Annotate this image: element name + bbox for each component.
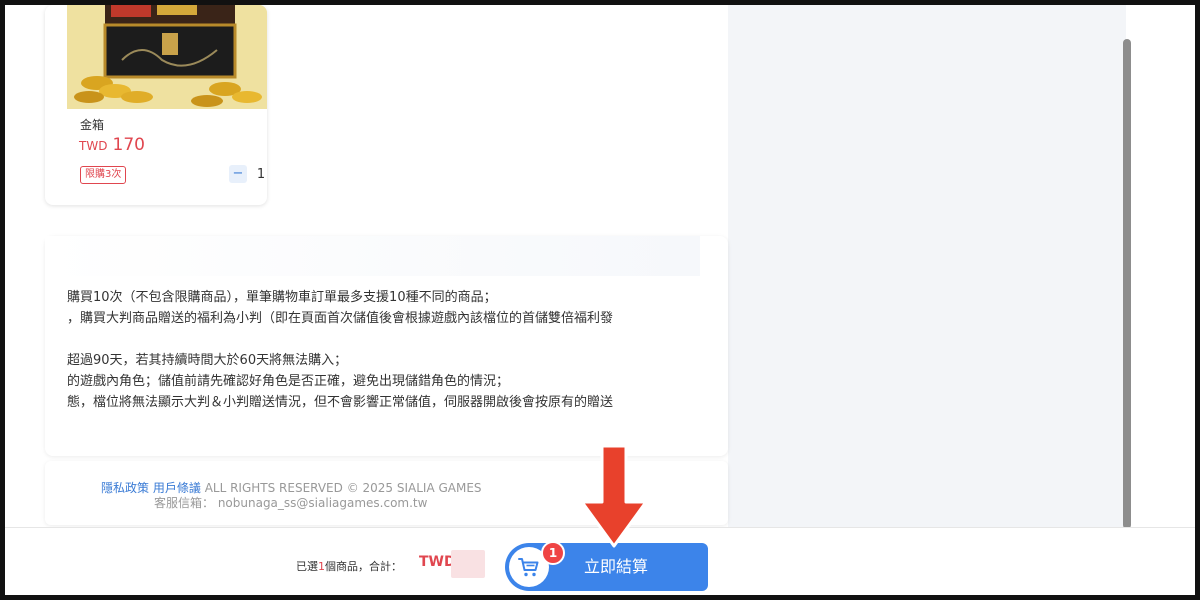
price-currency: TWD [79,139,108,153]
summary-suffix: 個商品，合計： [325,560,402,573]
product-price: TWD 170 [79,135,145,155]
note-line: 態，檔位將無法顯示大判＆小判贈送情況，但不會影響正常儲值，伺服器開啟後會按原有的… [67,395,614,410]
product-card[interactable]: 金箱 TWD 170 限購3次 − 1 + [45,5,267,205]
down-arrow-annotation-icon [580,444,648,548]
cart-icon [518,558,539,577]
support-email: 客服信箱： nobunaga_ss@sialiagames.com.tw [154,496,428,510]
note-line: ，購買大判商品贈送的福利為小判（即在頁面首次儲值後會根據遊戲內該檔位的首儲雙倍福… [67,311,614,326]
product-image [67,5,267,109]
summary-count: 1 [318,560,325,573]
note-line: 超過90天，若其持續時間大於60天將無法購入； [67,353,348,368]
quantity-decrease-button[interactable]: − [229,165,247,183]
store-page: 金箱 TWD 170 限購3次 − 1 + 購買10次（不包含限購商品），單筆購… [5,5,1195,595]
notes-header [45,236,700,276]
purchase-notes: 購買10次（不包含限購商品），單筆購物車訂單最多支援10種不同的商品； ，購買大… [45,236,728,456]
note-line: 的遊戲內角色；儲值前請先確認好角色是否正確，避免出現儲錯角色的情況； [67,374,510,389]
total-amount-redacted [451,550,485,578]
cart-button[interactable]: 1 [509,541,565,587]
terms-link[interactable]: 用戶條議 [153,481,201,495]
summary-prefix: 已選 [296,560,318,573]
copyright-text: ALL RIGHTS RESERVED © 2025 SIALIA GAMES [204,481,482,495]
scrollbar[interactable] [1123,39,1131,529]
privacy-policy-link[interactable]: 隱私政策 [101,481,149,495]
price-amount: 170 [112,135,145,155]
note-line: 購買10次（不包含限購商品），單筆購物車訂單最多支援10種不同的商品； [67,290,497,305]
purchase-limit-badge: 限購3次 [80,166,127,184]
selection-summary: 已選1個商品，合計： [296,558,402,574]
quantity-stepper: − 1 + [229,165,267,183]
right-panel [728,5,1126,527]
product-name: 金箱 [80,118,105,132]
quantity-value: 1 [256,166,266,182]
